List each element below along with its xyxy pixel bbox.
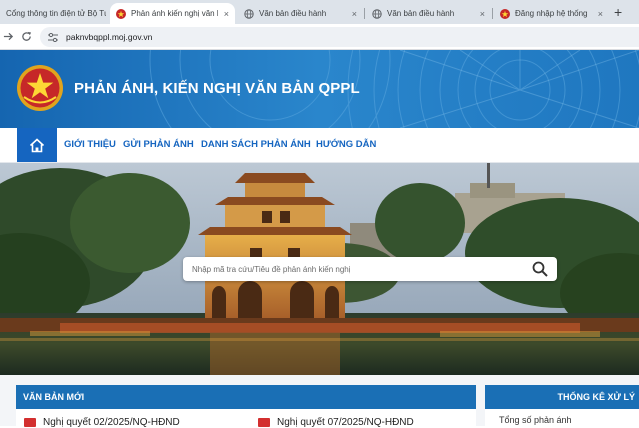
hero-banner [0,163,639,375]
url-text: paknvbqppl.moj.gov.vn [66,32,153,42]
site-favicon-icon [500,8,510,19]
home-button[interactable] [17,128,57,162]
statistics-panel: THỐNG KÊ XỬ LÝ Tổng số phản ánh [485,385,639,426]
nav-item-gui-phan-anh[interactable]: GỬI PHẢN ÁNH [123,139,194,150]
tab-label: Văn bản điều hành [259,9,327,18]
browser-tab-bar: Cổng thông tin điện tử Bộ Tư pháp Phản á… [0,0,639,24]
search-icon[interactable] [532,261,548,277]
globe-icon [244,8,254,19]
search-box[interactable] [183,257,557,281]
site-header: PHẢN ÁNH, KIẾN NGHỊ VĂN BẢN QPPL [0,50,639,128]
nav-item-gioi-thieu[interactable]: GIỚI THIỆU [64,139,116,150]
tab-separator [492,8,493,19]
globe-icon [372,8,382,19]
new-tab-button[interactable]: + [614,4,622,20]
panel-header: VĂN BẢN MỚI [16,385,476,409]
document-title: Nghị quyết 07/2025/NQ-HĐND [277,417,414,428]
panel-title: THỐNG KÊ XỬ LÝ [557,392,635,402]
new-documents-panel: VĂN BẢN MỚI Nghị quyết 02/2025/NQ-HĐND N… [16,385,476,428]
browser-tab[interactable]: Đăng nhập hệ thống × [494,3,609,24]
browser-tab[interactable]: Cổng thông tin điện tử Bộ Tư pháp [0,3,112,24]
search-input[interactable] [183,257,523,281]
close-tab-icon[interactable]: × [480,9,485,19]
browser-toolbar: paknvbqppl.moj.gov.vn [0,24,639,50]
national-emblem-logo [17,65,63,111]
document-link[interactable]: Nghị quyết 02/2025/NQ-HĐND [24,417,180,428]
address-bar[interactable]: paknvbqppl.moj.gov.vn [40,27,639,47]
nav-item-huong-dan[interactable]: HƯỚNG DẪN [316,139,376,150]
document-link[interactable]: Nghị quyết 07/2025/NQ-HĐND [258,417,414,428]
tab-label: Phản ánh kiến nghị văn bản QPPL [131,9,218,18]
close-tab-icon[interactable]: × [224,9,229,19]
browser-tab-active[interactable]: Phản ánh kiến nghị văn bản QPPL × [110,3,235,24]
tab-label: Cổng thông tin điện tử Bộ Tư pháp [6,9,106,18]
close-tab-icon[interactable]: × [598,9,603,19]
site-settings-icon[interactable] [48,32,58,42]
reload-icon[interactable] [21,31,32,42]
tab-label: Đăng nhập hệ thống [515,9,588,18]
close-tab-icon[interactable]: × [352,9,357,19]
tab-separator [364,8,365,19]
document-title: Nghị quyết 02/2025/NQ-HĐND [43,417,180,428]
forward-arrow-icon[interactable] [3,31,14,42]
panel-title: VĂN BẢN MỚI [23,392,85,402]
tab-label: Văn bản điều hành [387,9,455,18]
main-navigation: GIỚI THIỆU GỬI PHẢN ÁNH DANH SÁCH PHẢN Á… [0,128,639,163]
browser-tab[interactable]: Văn bản điều hành × [238,3,363,24]
site-favicon-icon [116,8,126,19]
panel-header: THỐNG KÊ XỬ LÝ [485,385,639,409]
stat-label: Tổng số phản ánh [499,415,572,425]
content-area: VĂN BẢN MỚI Nghị quyết 02/2025/NQ-HĐND N… [0,375,639,428]
nav-item-danh-sach-phan-anh[interactable]: DANH SÁCH PHẢN ÁNH [201,139,311,150]
browser-tab[interactable]: Văn bản điều hành × [366,3,491,24]
home-icon [29,137,45,152]
site-title: PHẢN ÁNH, KIẾN NGHỊ VĂN BẢN QPPL [74,80,360,97]
